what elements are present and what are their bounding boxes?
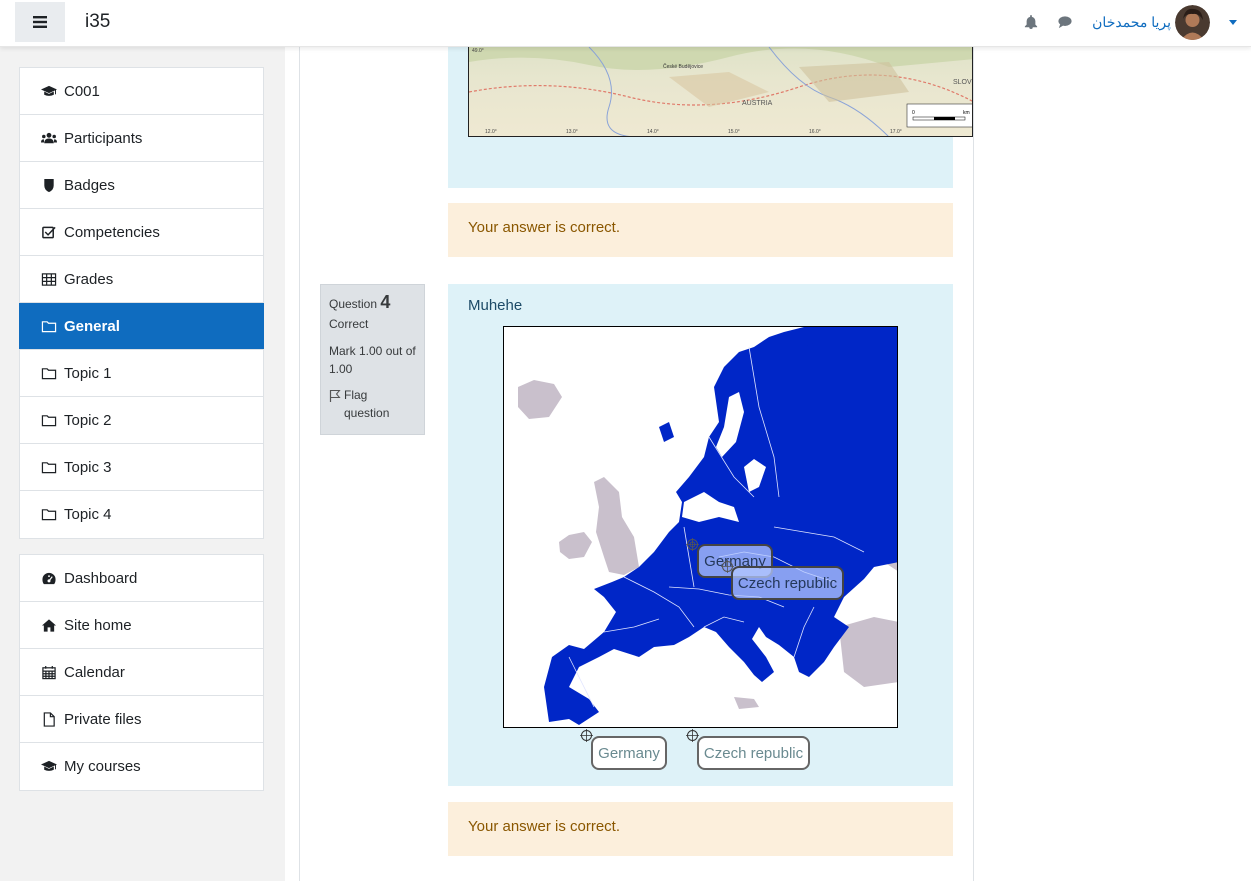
main-content: České Budějovice AUSTRIA SLOV 0 km 12.0°… — [299, 47, 974, 881]
question-state: Correct — [329, 317, 369, 331]
dashboard-icon — [40, 570, 57, 586]
previous-feedback: Your answer is correct. — [448, 203, 953, 257]
shield-icon — [40, 177, 57, 193]
top-navbar: i35 پریا محمدخان — [0, 0, 1251, 47]
drag-item-germany[interactable]: Germany — [591, 736, 667, 770]
map-scale-label: 0 — [912, 110, 915, 116]
relief-map-image: České Budějovice AUSTRIA SLOV 0 km 12.0°… — [468, 47, 973, 137]
map-grid-label: 14.0° — [647, 129, 659, 135]
question-label: Question — [329, 297, 378, 311]
bell-icon[interactable] — [1024, 15, 1038, 29]
nav-item-label: Participants — [64, 129, 143, 147]
chevron-down-icon[interactable] — [1229, 19, 1237, 25]
question-number: 4 — [380, 292, 391, 312]
map-grid-label: 16.0° — [809, 129, 821, 135]
nav-item-topic-3[interactable]: Topic 3 — [20, 444, 263, 491]
user-name[interactable]: پریا محمدخان — [1092, 14, 1171, 31]
nav-item-label: Grades — [64, 270, 114, 288]
nav-item-label: Dashboard — [64, 569, 138, 587]
table-icon — [40, 271, 57, 287]
crosshair-icon — [721, 560, 734, 573]
europe-map-dropzone[interactable] — [503, 326, 898, 728]
users-icon — [40, 130, 57, 146]
folder-icon — [40, 459, 57, 475]
nav-item-site-home[interactable]: Site home — [20, 602, 263, 649]
flag-question-link[interactable]: Flag question — [329, 386, 416, 422]
nav-item-calendar[interactable]: Calendar — [20, 649, 263, 696]
nav-item-label: Topic 4 — [64, 506, 112, 523]
check-square-icon — [40, 224, 57, 240]
folder-icon — [40, 507, 57, 523]
nav-item-label: My courses — [64, 758, 141, 775]
nav-item-competencies[interactable]: Competencies — [20, 209, 263, 256]
map-scale-label: km — [963, 110, 970, 116]
map-grid-label: 12.0° — [485, 129, 497, 135]
flag-label: Flag question — [344, 388, 390, 420]
nav-item-label: Site home — [64, 616, 132, 634]
nav-item-badges[interactable]: Badges — [20, 162, 263, 209]
question-info: Question 4 Correct Mark 1.00 out of 1.00… — [320, 284, 425, 435]
map-grid-label: 15.0° — [728, 129, 740, 135]
crosshair-icon — [686, 538, 699, 551]
folder-icon — [40, 412, 57, 428]
nav-item-dashboard[interactable]: Dashboard — [20, 555, 263, 602]
map-country-label: SLOV — [953, 79, 972, 86]
home-icon — [40, 617, 57, 633]
course-nav: C001 Participants Badges Competencies Gr… — [19, 67, 264, 539]
nav-item-my-courses[interactable]: My courses — [20, 743, 263, 790]
drag-item-czech-republic[interactable]: Czech republic — [697, 736, 810, 770]
nav-item-private-files[interactable]: Private files — [20, 696, 263, 743]
site-nav: Dashboard Site home Calendar Private fil… — [19, 554, 264, 791]
question-mark: Mark 1.00 out of 1.00 — [329, 344, 416, 376]
nav-item-label: Calendar — [64, 663, 125, 681]
nav-item-topic-1[interactable]: Topic 1 — [20, 350, 263, 397]
graduation-cap-icon — [40, 83, 57, 99]
folder-icon — [40, 318, 57, 334]
map-grid-label: 13.0° — [566, 129, 578, 135]
question-text: Muhehe — [468, 297, 523, 314]
nav-item-label: General — [64, 317, 120, 335]
nav-item-label: Topic 3 — [64, 458, 112, 476]
folder-icon — [40, 365, 57, 381]
nav-item-label: Topic 1 — [64, 364, 112, 382]
graduation-cap-icon — [40, 759, 57, 775]
nav-item-grades[interactable]: Grades — [20, 256, 263, 303]
nav-drawer: C001 Participants Badges Competencies Gr… — [0, 47, 285, 881]
nav-item-label: Badges — [64, 176, 115, 194]
flag-icon — [329, 390, 341, 402]
nav-item-participants[interactable]: Participants — [20, 115, 263, 162]
calendar-icon — [40, 664, 57, 680]
question-feedback: Your answer is correct. — [448, 802, 953, 856]
avatar[interactable] — [1175, 4, 1210, 40]
site-name[interactable]: i35 — [85, 11, 110, 33]
menu-icon — [33, 16, 47, 28]
nav-item-label: Topic 2 — [64, 411, 112, 429]
nav-item-c001[interactable]: C001 — [20, 68, 263, 115]
map-grid-label: 17.0° — [890, 129, 902, 135]
drawer-toggle-button[interactable] — [15, 2, 65, 42]
nav-item-general[interactable]: General — [19, 303, 264, 350]
nav-item-topic-4[interactable]: Topic 4 — [20, 491, 263, 538]
map-country-label: AUSTRIA — [742, 100, 773, 107]
map-grid-label: 49.0° — [472, 48, 484, 54]
file-icon — [40, 711, 57, 727]
nav-item-topic-2[interactable]: Topic 2 — [20, 397, 263, 444]
nav-item-label: Private files — [64, 710, 142, 728]
nav-item-label: C001 — [64, 82, 100, 100]
map-city-label: České Budějovice — [663, 63, 703, 70]
placed-item-czech-republic[interactable]: Czech republic — [731, 566, 844, 600]
nav-item-label: Competencies — [64, 223, 160, 241]
comment-icon[interactable] — [1058, 15, 1072, 29]
